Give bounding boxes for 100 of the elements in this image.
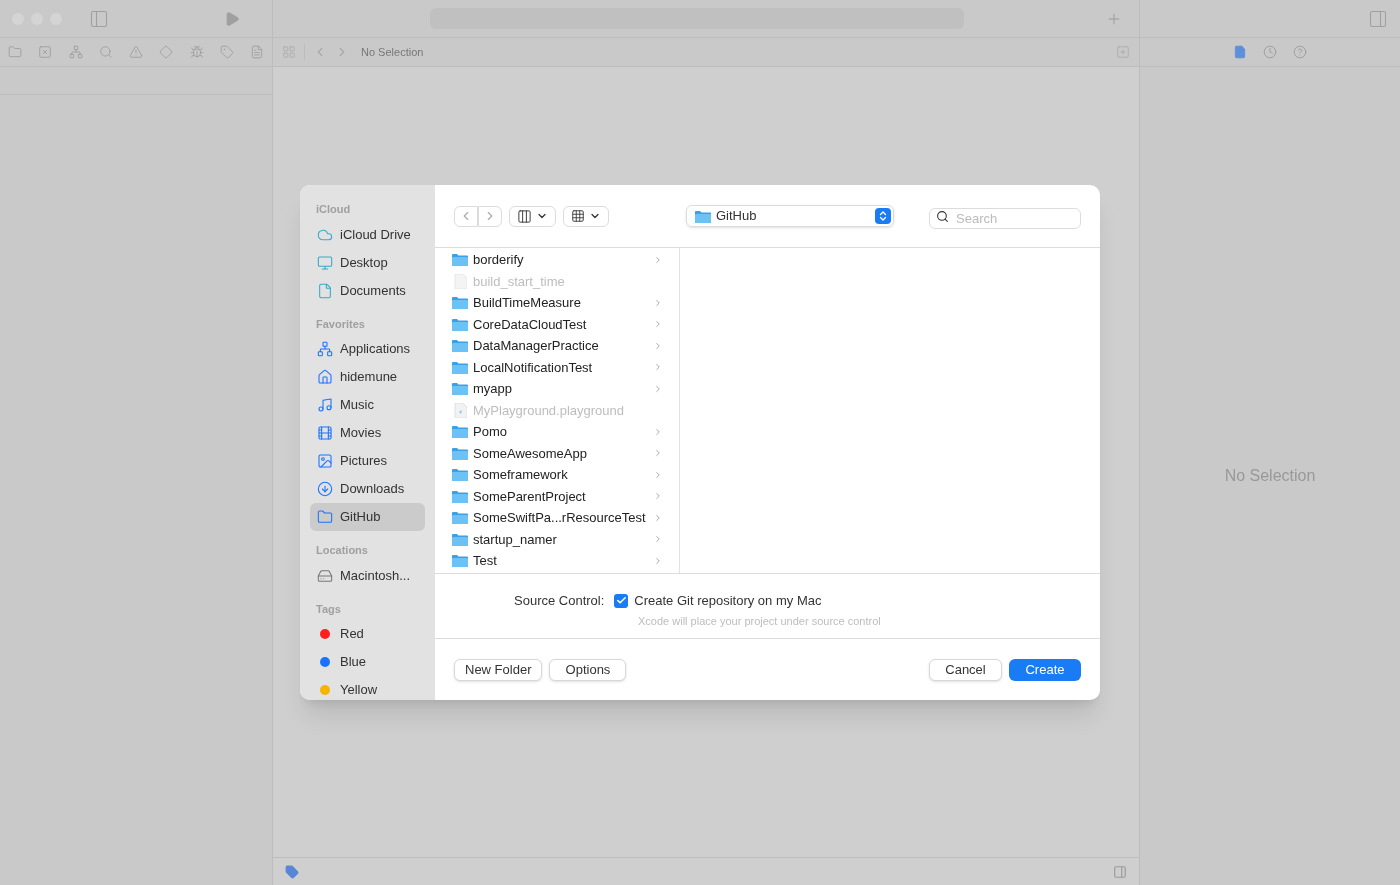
sidebar-heading: Tags [315, 601, 342, 617]
film-icon [317, 425, 333, 441]
sidebar-item[interactable]: Applications [310, 335, 425, 363]
folder-icon [452, 317, 468, 331]
folder-icon [452, 532, 468, 546]
square-x-icon[interactable] [38, 45, 53, 59]
chevron-icon [653, 491, 663, 502]
create-button[interactable]: Create [1009, 658, 1081, 681]
file-row[interactable]: BuildTimeMeasure [435, 292, 679, 314]
grid-icon [571, 209, 585, 223]
hard-drive-icon [317, 567, 333, 584]
view-mode-button[interactable] [509, 205, 556, 227]
file-row[interactable]: Test [435, 550, 679, 572]
sidebar-item[interactable]: Downloads [310, 475, 425, 503]
search-icon[interactable] [98, 45, 113, 59]
file-row[interactable]: DataManagerPractice [435, 335, 679, 357]
sidebar-item[interactable]: Yellow [310, 676, 425, 700]
source-control-label: Source Control: [514, 592, 605, 610]
folder-icon [452, 296, 468, 310]
folder-icon [452, 382, 468, 396]
file-row[interactable]: startup_namer [435, 528, 679, 550]
secondary-button[interactable]: Options [549, 658, 627, 681]
file-icon[interactable] [1233, 45, 1247, 59]
search-field[interactable]: Search [929, 207, 1081, 229]
folder-icon [452, 360, 468, 374]
sidebar-item[interactable]: Pictures [310, 447, 425, 475]
sidebar-heading: Favorites [315, 316, 366, 332]
hierarchy-icon[interactable] [68, 45, 83, 59]
chevron-icon [653, 555, 663, 566]
picture-icon [317, 453, 333, 469]
run-icon[interactable] [224, 10, 240, 27]
sidebar-item[interactable]: Desktop [310, 248, 425, 277]
debug-area-icon[interactable] [1113, 864, 1127, 879]
sidebar-item[interactable]: Music [310, 391, 425, 419]
file-row[interactable]: borderify [435, 249, 679, 271]
git-checkbox[interactable] [614, 593, 629, 608]
sidebar-item[interactable]: GitHub [310, 503, 425, 531]
location-popup[interactable]: GitHub [686, 205, 894, 227]
folder-icon [452, 446, 468, 460]
document-icon [317, 282, 333, 299]
folder-icon [695, 209, 711, 223]
tag-icon[interactable] [285, 864, 299, 879]
file-row[interactable]: myapp [435, 378, 679, 400]
inspector-toggle-icon[interactable] [1368, 8, 1388, 29]
sidebar-item[interactable]: Macintosh... [310, 561, 425, 590]
file-row[interactable]: SomeAwesomeApp [435, 442, 679, 464]
folder-icon [452, 339, 468, 353]
cancel-button[interactable]: Cancel [929, 658, 1002, 681]
music-note-icon [317, 397, 333, 413]
sidebar-item[interactable]: hidemune [310, 363, 425, 391]
download-icon [317, 481, 333, 497]
bug-icon[interactable] [189, 45, 204, 59]
checkbox-label: Create Git repository on my Mac [634, 592, 822, 610]
folder-icon[interactable] [8, 45, 22, 59]
file-row[interactable]: Pomo [435, 421, 679, 443]
blank-file-icon [453, 273, 467, 289]
sidebar-item[interactable]: Documents [310, 276, 425, 305]
chevron-icon [653, 534, 663, 545]
file-row[interactable]: LocalNotificationTest [435, 356, 679, 378]
chevron-icon [653, 362, 663, 373]
playground-file-icon [453, 402, 467, 418]
add-editor-icon[interactable] [1116, 45, 1130, 59]
file-row[interactable]: Someframework [435, 464, 679, 486]
folder-icon [452, 554, 468, 568]
sidebar-item[interactable]: Movies [310, 419, 425, 447]
sidebar-item[interactable]: iCloud Drive [310, 220, 425, 249]
columns-icon [517, 208, 532, 224]
chevron-icon [653, 426, 663, 437]
sidebar-item[interactable]: Red [310, 620, 425, 648]
chevron-icon [653, 297, 663, 308]
file-row[interactable]: CoreDataCloudTest [435, 313, 679, 335]
desktop-icon [317, 254, 333, 271]
secondary-button[interactable]: New Folder [454, 658, 543, 681]
chevron-icon [653, 383, 663, 394]
tag-icon[interactable] [219, 45, 234, 59]
chevron-icon [653, 319, 663, 330]
back-button[interactable] [454, 205, 478, 227]
warning-icon[interactable] [129, 45, 143, 59]
list-icon[interactable] [250, 45, 264, 59]
folder-icon [452, 511, 468, 525]
folder-icon [452, 489, 468, 503]
chevron-icon [653, 512, 663, 523]
house-icon [317, 369, 333, 385]
file-row[interactable]: SomeSwiftPa...rResourceTest [435, 507, 679, 529]
group-button[interactable] [563, 205, 609, 227]
stepper-icon [875, 208, 891, 224]
search-icon [936, 209, 949, 223]
path-label: No Selection [361, 44, 424, 60]
grid-icon[interactable] [282, 45, 296, 59]
forward-button[interactable] [478, 205, 502, 227]
sidebar-item[interactable]: Blue [310, 648, 425, 676]
chevron-icon [653, 448, 663, 459]
hint-text: Xcode will place your project under source control [638, 613, 882, 629]
file-row[interactable]: SomeParentProject [435, 485, 679, 507]
sidebar-heading: Locations [315, 543, 369, 558]
folder-icon [452, 253, 468, 267]
sidebar-toggle-icon[interactable] [89, 8, 109, 29]
chevron-icon [653, 340, 663, 351]
help-icon[interactable] [1293, 45, 1307, 59]
clock-icon[interactable] [1263, 45, 1277, 59]
